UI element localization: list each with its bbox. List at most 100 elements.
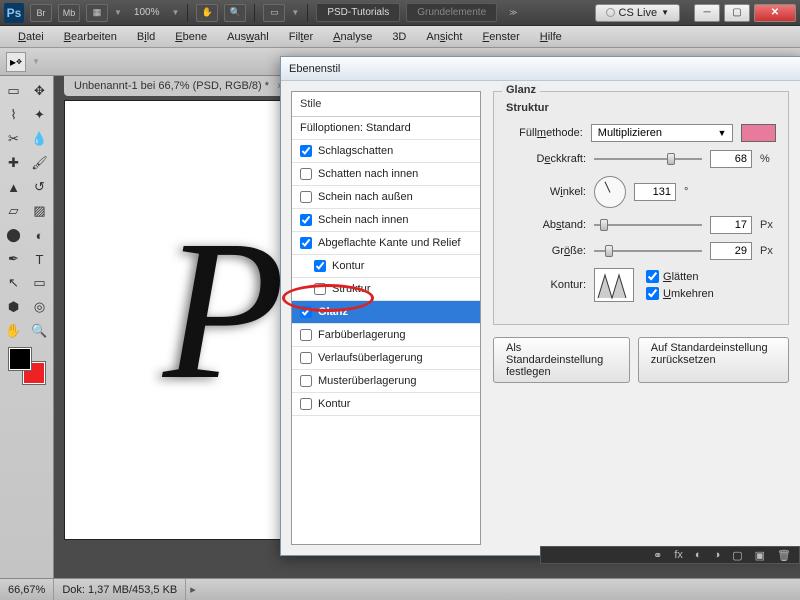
pen-tool[interactable]: ✒ [2,248,26,270]
reset-default-button[interactable]: Auf Standardeinstellung zurücksetzen [638,337,789,383]
styles-header[interactable]: Stile [292,92,480,117]
type-tool[interactable]: T [28,248,52,270]
style-check[interactable] [300,375,312,387]
status-doc[interactable]: Dok: 1,37 MB/453,5 KB [54,579,186,600]
menu-fenster[interactable]: Fenster [472,29,529,45]
umkehren-check[interactable]: Umkehren [646,287,714,300]
angle-input[interactable]: 131 [634,183,676,201]
blend-mode-select[interactable]: Multiplizieren▼ [591,124,734,142]
style-verlauf[interactable]: Verlaufsüberlagerung [292,347,480,370]
style-farb[interactable]: Farbüberlagerung [292,324,480,347]
style-check[interactable] [314,260,326,272]
mask-icon[interactable]: ◐ [695,549,702,561]
opacity-slider[interactable] [594,151,702,167]
path-tool[interactable]: ↖ [2,272,26,294]
window-minimize[interactable]: ─ [694,4,720,22]
style-kontur[interactable]: Kontur [292,255,480,278]
window-maximize[interactable]: ▢ [724,4,750,22]
menu-filter[interactable]: Filter [279,29,323,45]
ui-button[interactable]: ▭ [263,4,285,22]
marquee-tool[interactable]: ▭ [2,80,26,102]
blur-tool[interactable]: ⬤ [2,224,26,246]
style-check[interactable] [300,145,312,157]
style-bevel[interactable]: Abgeflachte Kante und Relief [292,232,480,255]
document-tab[interactable]: Unbenannt-1 bei 66,7% (PSD, RGB/8) * × [64,76,287,96]
color-swatches[interactable] [9,348,45,384]
window-close[interactable]: ✕ [754,4,796,22]
wand-tool[interactable]: ✦ [28,104,52,126]
style-check[interactable] [300,306,312,318]
style-schein-aussen[interactable]: Schein nach außen [292,186,480,209]
dialog-titlebar[interactable]: Ebenenstil [281,57,800,81]
style-check[interactable] [300,191,312,203]
menu-datei[interactable]: Datei [8,29,54,45]
hand-tool[interactable]: ✋ [2,320,26,342]
folder-icon[interactable]: ▢ [732,549,742,562]
distance-input[interactable]: 17 [710,216,752,234]
eraser-tool[interactable]: ▱ [2,200,26,222]
set-default-button[interactable]: Als Standardeinstellung festlegen [493,337,630,383]
style-check[interactable] [300,352,312,364]
view-button[interactable]: ▦ [86,4,108,22]
menu-bild[interactable]: Bild [127,29,165,45]
crop-tool[interactable]: ✂ [2,128,26,150]
status-zoom[interactable]: 66,67% [0,579,54,600]
camera-tool[interactable]: ◎ [28,296,52,318]
workspace-tab-psd[interactable]: PSD-Tutorials [316,3,400,22]
3d-tool[interactable]: ⬢ [2,296,26,318]
chevrons-icon[interactable]: ≫ [509,8,517,17]
minibridge-button[interactable]: Mb [58,4,80,22]
link-icon[interactable]: ⚭ [653,549,662,562]
stamp-tool[interactable]: ▲ [2,176,26,198]
style-check[interactable] [300,237,312,249]
menu-3d[interactable]: 3D [382,29,416,45]
brush-tool[interactable]: 🖌 [28,152,52,174]
chevron-down-icon[interactable]: ▼ [32,57,40,66]
zoom-button[interactable]: 🔍 [224,4,246,22]
style-schatten-innen[interactable]: Schatten nach innen [292,163,480,186]
adjustment-icon[interactable]: ◑ [714,549,721,561]
menu-ebene[interactable]: Ebene [165,29,217,45]
bridge-button[interactable]: Br [30,4,52,22]
move-tool-icon[interactable]: ▸✥ [6,52,26,72]
gradient-tool[interactable]: ▨ [28,200,52,222]
shape-tool[interactable]: ▭ [28,272,52,294]
color-swatch[interactable] [741,124,776,142]
move-tool[interactable]: ✥ [28,80,52,102]
style-check[interactable] [300,329,312,341]
trash-icon[interactable]: 🗑 [777,549,791,562]
style-muster[interactable]: Musterüberlagerung [292,370,480,393]
contour-picker[interactable] [594,268,634,302]
style-schlagschatten[interactable]: Schlagschatten [292,140,480,163]
cs-live-button[interactable]: CS Live▼ [595,4,680,22]
new-layer-icon[interactable]: ▣ [755,549,765,562]
menu-ansicht[interactable]: Ansicht [416,29,472,45]
menu-bearbeiten[interactable]: Bearbeiten [54,29,127,45]
fill-options[interactable]: Fülloptionen: Standard [292,117,480,140]
zoom-level[interactable]: 100% [134,7,160,18]
triangle-icon[interactable]: ▸ [186,583,200,596]
style-schein-innen[interactable]: Schein nach innen [292,209,480,232]
style-check[interactable] [300,398,312,410]
angle-dial[interactable] [594,176,626,208]
eyedropper-tool[interactable]: 💧 [28,128,52,150]
distance-slider[interactable] [594,217,702,233]
fg-color[interactable] [9,348,31,370]
heal-tool[interactable]: ✚ [2,152,26,174]
style-check[interactable] [300,214,312,226]
glaetten-check[interactable]: Glätten [646,270,714,283]
size-input[interactable]: 29 [710,242,752,260]
dodge-tool[interactable]: ◐ [28,224,52,246]
menu-analyse[interactable]: Analyse [323,29,382,45]
style-check[interactable] [300,168,312,180]
style-check[interactable] [314,283,326,295]
menu-auswahl[interactable]: Auswahl [217,29,279,45]
fx-icon[interactable]: fx [674,549,683,561]
style-kontur2[interactable]: Kontur [292,393,480,416]
workspace-tab-grund[interactable]: Grundelemente [406,3,497,22]
opacity-input[interactable]: 68 [710,150,752,168]
zoom-tool[interactable]: 🔍 [28,320,52,342]
style-glanz[interactable]: Glanz [292,301,480,324]
style-struktur[interactable]: Struktur [292,278,480,301]
history-brush-tool[interactable]: ↺ [28,176,52,198]
